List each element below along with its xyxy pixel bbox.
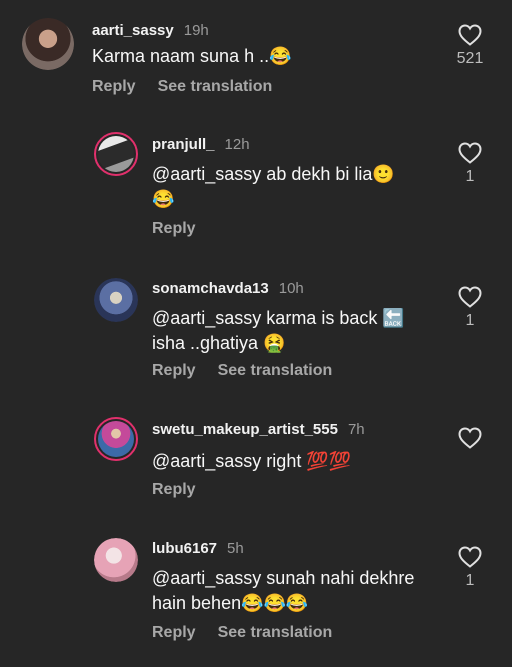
avatar[interactable] — [94, 278, 138, 322]
timestamp: 10h — [278, 280, 304, 297]
reply-button[interactable]: Reply — [152, 220, 196, 237]
comment-text: @aarti_sassy ab dekh bi lia🙂 😂 — [152, 164, 395, 209]
comment-meta: aarti_sassy 19h — [92, 22, 209, 39]
see-translation-button[interactable]: See translation — [158, 78, 273, 95]
username[interactable]: swetu_makeup_artist_555 — [152, 421, 338, 438]
like-control: 1 — [450, 286, 490, 330]
comment-meta: lubu6167 5h — [152, 540, 244, 557]
timestamp: 19h — [183, 22, 209, 39]
comment-actions: Reply See translation — [152, 362, 354, 380]
timestamp: 7h — [347, 421, 365, 438]
avatar[interactable] — [94, 538, 138, 582]
avatar[interactable] — [22, 18, 74, 70]
like-count: 1 — [465, 572, 475, 589]
comment-meta: swetu_makeup_artist_555 7h — [152, 421, 365, 438]
reply-button[interactable]: Reply — [152, 624, 196, 641]
avatar[interactable] — [94, 132, 138, 176]
like-control: 1 — [450, 142, 490, 186]
like-count: 1 — [465, 312, 475, 329]
heart-outline-icon[interactable] — [458, 546, 482, 568]
comment-actions: Reply See translation — [92, 78, 294, 96]
comment-actions: Reply See translation — [152, 624, 354, 642]
username[interactable]: lubu6167 — [152, 540, 217, 557]
username[interactable]: pranjull_ — [152, 136, 215, 153]
reply-item: sonamchavda13 10h @aarti_sassy karma is b… — [0, 276, 512, 386]
comment-text: @aarti_sassy right 💯💯 — [152, 451, 352, 471]
like-count: 1 — [465, 168, 475, 185]
like-count: 521 — [456, 50, 484, 67]
reply-button[interactable]: Reply — [152, 481, 196, 498]
comment-text: @aarti_sassy sunah nahi dekhre hain behe… — [152, 568, 415, 613]
reply-item: swetu_makeup_artist_555 7h @aarti_sassy r… — [0, 417, 512, 507]
heart-outline-icon[interactable] — [458, 286, 482, 308]
timestamp: 12h — [224, 136, 250, 153]
comment-text: @aarti_sassy karma is back 🔙 isha ..ghat… — [152, 308, 405, 353]
like-control: 1 — [450, 546, 490, 590]
reply-item: pranjull_ 12h @aarti_sassy ab dekh bi lia… — [0, 132, 512, 242]
heart-outline-icon[interactable] — [458, 24, 482, 46]
heart-outline-icon[interactable] — [458, 142, 482, 164]
avatar[interactable] — [94, 417, 138, 461]
comment-actions: Reply — [152, 220, 218, 238]
see-translation-button[interactable]: See translation — [218, 624, 333, 641]
like-control — [450, 427, 490, 453]
comment-meta: sonamchavda13 10h — [152, 280, 304, 297]
heart-outline-icon[interactable] — [458, 427, 482, 449]
comment-meta: pranjull_ 12h — [152, 136, 250, 153]
reply-button[interactable]: Reply — [152, 362, 196, 379]
like-control: 521 — [450, 24, 490, 68]
comment-text: Karma naam suna h ..😂 — [92, 46, 292, 66]
comment-item: aarti_sassy 19h Karma naam suna h ..😂 Rep… — [0, 18, 512, 108]
comment-actions: Reply — [152, 481, 218, 499]
username[interactable]: aarti_sassy — [92, 22, 174, 39]
reply-item: lubu6167 5h @aarti_sassy sunah nahi dekhr… — [0, 536, 512, 656]
username[interactable]: sonamchavda13 — [152, 280, 269, 297]
reply-button[interactable]: Reply — [92, 78, 136, 95]
see-translation-button[interactable]: See translation — [218, 362, 333, 379]
timestamp: 5h — [227, 540, 244, 557]
